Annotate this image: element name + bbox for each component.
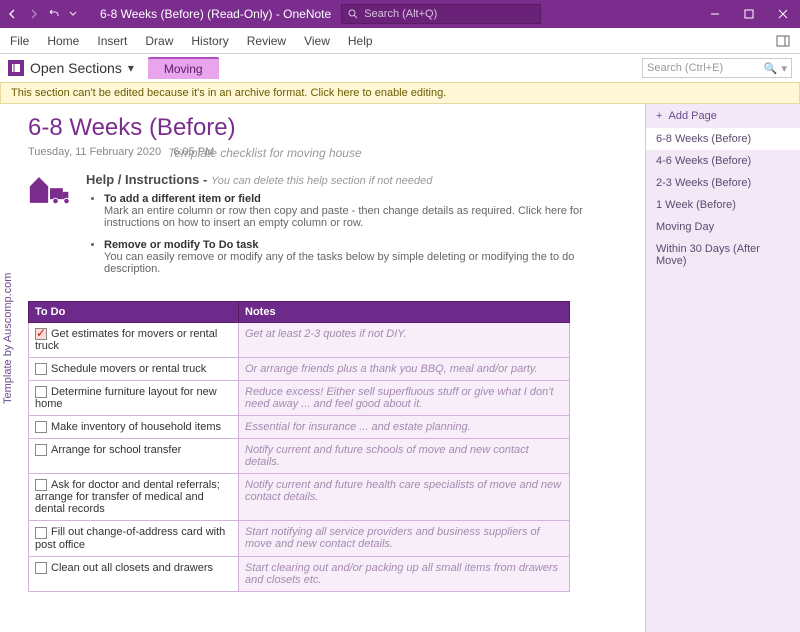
page-item[interactable]: 4-6 Weeks (Before) <box>646 150 800 172</box>
readonly-warning[interactable]: This section can't be edited because it'… <box>0 82 800 104</box>
page-subtitle: Template checklist for moving house <box>168 146 621 160</box>
toolbar: Open Sections ▾ Moving Search (Ctrl+E) 🔍… <box>0 54 800 82</box>
table-row[interactable]: Fill out change-of-address card with pos… <box>29 521 570 556</box>
table-row[interactable]: Ask for doctor and dental referrals; arr… <box>29 474 570 521</box>
page-search[interactable]: Search (Ctrl+E) 🔍 ▾ <box>642 58 792 78</box>
checkbox[interactable] <box>35 562 47 574</box>
document-title: 6-8 Weeks (Before) (Read-Only) - OneNote <box>100 7 331 21</box>
table-row[interactable]: Arrange for school transferNotify curren… <box>29 439 570 474</box>
search-icon: 🔍 <box>764 62 778 75</box>
table-row[interactable]: Determine furniture layout for new homeR… <box>29 381 570 416</box>
table-row[interactable]: Clean out all closets and drawersStart c… <box>29 556 570 591</box>
page-panel: + Add Page 6-8 Weeks (Before)4-6 Weeks (… <box>645 104 800 632</box>
minimize-button[interactable] <box>698 0 732 28</box>
col-todo: To Do <box>29 302 239 323</box>
menu-help[interactable]: Help <box>348 34 373 48</box>
notebook-icon <box>8 60 24 76</box>
checkbox[interactable] <box>35 421 47 433</box>
menubar: File Home Insert Draw History Review Vie… <box>0 28 800 54</box>
back-icon[interactable] <box>6 7 20 21</box>
page-item[interactable]: Within 30 Days (After Move) <box>646 238 800 272</box>
moving-icon <box>28 172 72 208</box>
add-page-button[interactable]: + Add Page <box>646 104 800 128</box>
table-row[interactable]: Get estimates for movers or rental truck… <box>29 323 570 358</box>
down-icon[interactable] <box>66 7 80 21</box>
page-title[interactable]: 6-8 Weeks (Before) <box>28 114 621 142</box>
page-item[interactable]: 6-8 Weeks (Before) <box>646 128 800 150</box>
open-sections-dropdown[interactable]: Open Sections ▾ <box>8 60 134 76</box>
page-item[interactable]: 2-3 Weeks (Before) <box>646 172 800 194</box>
checkbox[interactable] <box>35 386 47 398</box>
close-button[interactable] <box>766 0 800 28</box>
col-notes: Notes <box>239 302 570 323</box>
checkbox[interactable] <box>35 328 47 340</box>
menu-insert[interactable]: Insert <box>97 34 127 48</box>
chevron-down-icon: ▾ <box>128 61 134 75</box>
menu-history[interactable]: History <box>191 34 228 48</box>
checkbox[interactable] <box>35 479 47 491</box>
section-tab-moving[interactable]: Moving <box>148 57 219 79</box>
todo-table[interactable]: To DoNotes Get estimates for movers or r… <box>28 301 570 592</box>
table-row[interactable]: Make inventory of household itemsEssenti… <box>29 416 570 439</box>
checkbox[interactable] <box>35 527 47 539</box>
page-item[interactable]: 1 Week (Before) <box>646 194 800 216</box>
table-row[interactable]: Schedule movers or rental truckOr arrang… <box>29 358 570 381</box>
undo-icon[interactable] <box>46 7 60 21</box>
search-icon <box>348 9 358 19</box>
forward-icon <box>26 7 40 21</box>
menu-file[interactable]: File <box>10 34 29 48</box>
help-bullets: To add a different item or fieldMark an … <box>104 193 621 275</box>
titlebar: 6-8 Weeks (Before) (Read-Only) - OneNote… <box>0 0 800 28</box>
page-item[interactable]: Moving Day <box>646 216 800 238</box>
menu-draw[interactable]: Draw <box>145 34 173 48</box>
maximize-button[interactable] <box>732 0 766 28</box>
menu-home[interactable]: Home <box>47 34 79 48</box>
menu-view[interactable]: View <box>304 34 330 48</box>
ribbon-toggle-icon[interactable] <box>776 34 790 48</box>
menu-review[interactable]: Review <box>247 34 286 48</box>
chevron-down-icon[interactable]: ▾ <box>781 62 787 75</box>
help-heading: Help / Instructions - You can delete thi… <box>86 172 621 187</box>
checkbox[interactable] <box>35 444 47 456</box>
checkbox[interactable] <box>35 363 47 375</box>
template-credit: Template by Auscomp.com <box>2 273 14 404</box>
titlebar-search[interactable]: Search (Alt+Q) <box>341 4 541 24</box>
